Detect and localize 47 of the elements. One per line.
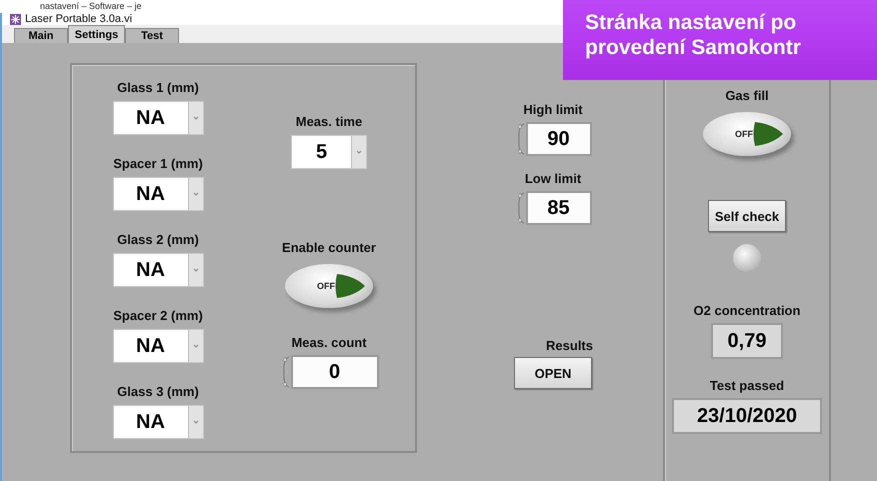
- field-label: High limit: [523, 101, 583, 118]
- triangle-icon: [335, 272, 367, 300]
- window-title: Laser Portable 3.0a.vi: [25, 13, 132, 25]
- field-label: Spacer 2 (mm): [113, 307, 203, 324]
- numeric-field[interactable]: 90: [526, 122, 592, 156]
- readout-field: 23/10/2020: [672, 398, 822, 434]
- chevron-down-icon: [188, 254, 202, 286]
- tab[interactable]: Settings: [68, 25, 125, 43]
- dropdown[interactable]: NA: [112, 177, 204, 211]
- chevron-down-icon: [188, 406, 202, 438]
- tab[interactable]: Main: [14, 28, 68, 43]
- chevron-down-icon: [188, 330, 202, 362]
- chevron-down-icon: [188, 178, 202, 210]
- chevron-down-icon: [351, 136, 366, 168]
- field-label: Glass 1 (mm): [117, 79, 199, 96]
- triangle-icon: [753, 120, 785, 148]
- field-label: Glass 2 (mm): [117, 231, 199, 248]
- field-label: O2 concentration: [694, 302, 800, 319]
- app-icon: [10, 14, 21, 24]
- dropdown[interactable]: NA: [112, 329, 204, 363]
- field-label: Spacer 1 (mm): [113, 155, 203, 172]
- tab[interactable]: Test: [125, 28, 179, 43]
- dropdown[interactable]: NA: [112, 101, 204, 135]
- numeric-field[interactable]: 0: [290, 355, 378, 389]
- numeric-field[interactable]: 85: [526, 191, 592, 225]
- dropdown[interactable]: NA: [112, 405, 204, 439]
- self-check-button[interactable]: Self check: [708, 200, 786, 232]
- readout-field: 0,79: [711, 323, 783, 359]
- field-label: Results: [546, 337, 593, 354]
- spinner-arrows-icon[interactable]: [280, 355, 290, 389]
- field-label: Enable counter: [282, 239, 376, 256]
- field-label: Low limit: [524, 170, 582, 187]
- spinner-arrows-icon[interactable]: [514, 191, 526, 225]
- dropdown[interactable]: NA: [112, 253, 204, 287]
- field-label: Meas. count: [291, 334, 367, 351]
- chevron-down-icon: [188, 102, 202, 134]
- field-label: Test passed: [710, 377, 784, 394]
- caption-text: nastavení – Software – je: [39, 0, 143, 13]
- toggle-switch[interactable]: OFF: [285, 264, 373, 308]
- caption-banner: Stránka nastavení po provedení Samokontr: [563, 0, 877, 80]
- toggle-switch[interactable]: OFF: [703, 112, 791, 156]
- field-label: Meas. time: [296, 113, 362, 130]
- field-label: Glass 3 (mm): [117, 383, 199, 400]
- spinner-arrows-icon[interactable]: [514, 122, 526, 156]
- dropdown[interactable]: 5: [291, 135, 367, 169]
- open-button[interactable]: OPEN: [514, 357, 592, 389]
- field-label: Gas fill: [725, 87, 769, 104]
